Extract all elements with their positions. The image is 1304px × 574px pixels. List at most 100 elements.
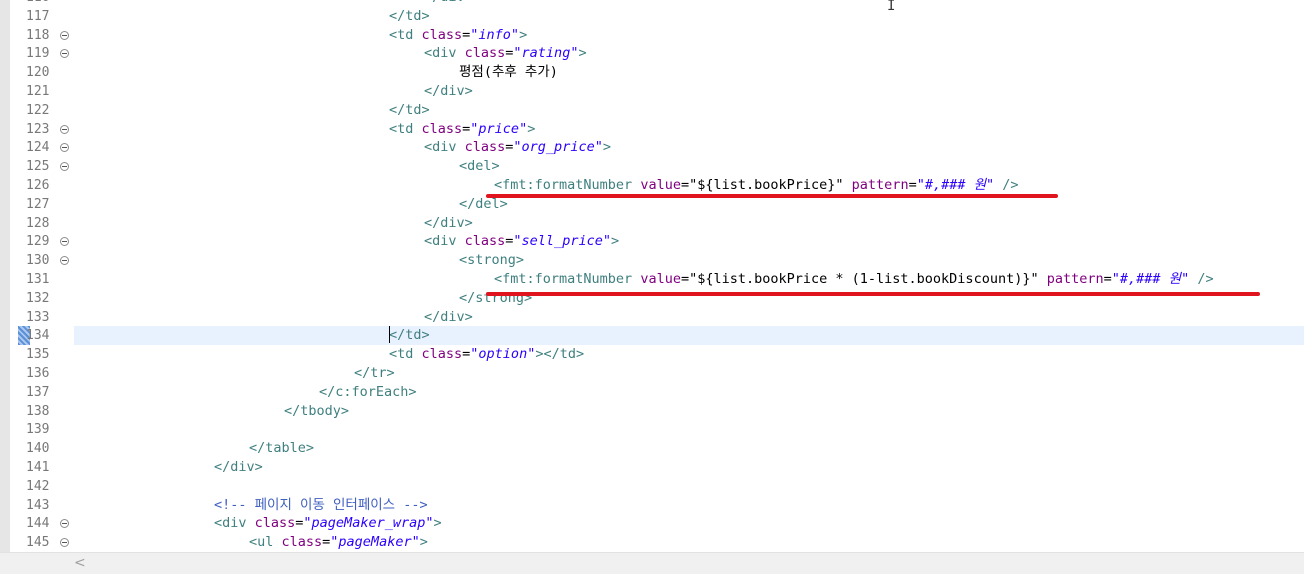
code-token: </div>: [214, 459, 263, 475]
code-token: =: [680, 177, 690, 193]
line-number: 128: [26, 215, 50, 231]
scroll-left-arrow-icon[interactable]: <: [74, 555, 86, 571]
code-line[interactable]: 139: [0, 420, 1304, 439]
line-number: 117: [26, 8, 50, 24]
code-line[interactable]: 145 <ul class="pageMaker">: [0, 533, 1304, 552]
code-line[interactable]: 134 </td>: [0, 326, 1304, 346]
code-line[interactable]: 118 <td class="info">: [0, 26, 1304, 45]
code-token: </c:forEach>: [319, 383, 417, 400]
code-text: </div>: [424, 308, 473, 327]
horizontal-scrollbar[interactable]: <: [0, 552, 1304, 574]
code-token: pattern: [851, 177, 909, 193]
code-token: <div: [424, 45, 465, 62]
code-token: </div>: [424, 214, 473, 231]
code-text: </tr>: [354, 364, 395, 383]
code-token: "price": [470, 120, 528, 137]
code-line[interactable]: 121 </div>: [0, 82, 1304, 101]
code-token: <!-- 페이지 이동 인터페이스 -->: [214, 496, 428, 513]
code-token: >: [602, 139, 611, 156]
code-text: <fmt:formatNumber value="${list.bookPric…: [494, 270, 1214, 289]
code-token: <fmt:formatNumber: [494, 177, 641, 193]
fold-toggle-icon[interactable]: [60, 256, 69, 266]
fold-toggle-icon[interactable]: [60, 49, 69, 59]
line-number: 122: [26, 102, 50, 118]
line-number: 120: [26, 65, 50, 81]
code-token: <fmt:formatNumber: [494, 271, 641, 287]
code-line[interactable]: 117 </td>: [0, 7, 1304, 26]
fold-toggle-icon[interactable]: [60, 30, 69, 40]
text-caret: [389, 326, 390, 344]
code-token: <td: [389, 26, 422, 43]
line-number: 129: [26, 234, 50, 250]
code-line[interactable]: 130 <strong>: [0, 251, 1304, 270]
line-number: 145: [26, 535, 50, 551]
code-token: >: [419, 534, 428, 551]
line-number: 142: [26, 478, 50, 494]
code-line[interactable]: 126 <fmt:formatNumber value="${list.bookP…: [0, 176, 1304, 195]
code-line[interactable]: 142: [0, 477, 1304, 496]
code-token: >: [433, 515, 442, 532]
code-token: <ul: [249, 534, 282, 551]
code-text: </tbody>: [284, 402, 349, 421]
code-token: <td: [389, 346, 422, 363]
code-token: </td>: [389, 101, 430, 118]
code-token: =: [1103, 271, 1112, 287]
code-token: >: [578, 45, 587, 62]
line-number: 131: [26, 272, 50, 287]
code-text: <ul class="pageMaker">: [249, 533, 428, 552]
code-line[interactable]: 131 <fmt:formatNumber value="${list.bookP…: [0, 270, 1304, 289]
code-line[interactable]: 119 <div class="rating">: [0, 44, 1304, 63]
code-line[interactable]: 135 <td class="option"></td>: [0, 345, 1304, 364]
code-line[interactable]: 120 평점(추후 추가): [0, 63, 1304, 82]
code-text: <div class="pageMaker_wrap">: [214, 514, 442, 533]
code-text: </td>: [389, 7, 430, 26]
code-token: value: [640, 177, 681, 193]
code-token: pattern: [1046, 271, 1104, 287]
code-token: >: [610, 233, 620, 250]
code-token: class: [464, 139, 506, 156]
code-line[interactable]: 138 </tbody>: [0, 402, 1304, 421]
code-line[interactable]: 140 </table>: [0, 439, 1304, 458]
current-line-highlight: [74, 326, 1304, 346]
code-line[interactable]: 125 <del>: [0, 157, 1304, 176]
code-token: "${list.bookPrice * (1-list.bookDiscount…: [689, 271, 1039, 287]
code-token: </div>: [424, 0, 473, 5]
fold-toggle-icon[interactable]: [60, 162, 69, 172]
line-number: 132: [26, 290, 50, 306]
code-text: </div>: [424, 214, 473, 233]
code-line[interactable]: 136 </tr>: [0, 364, 1304, 383]
line-number: 130: [26, 253, 50, 269]
fold-toggle-icon[interactable]: [60, 538, 69, 548]
code-token: >: [527, 120, 536, 137]
code-token: "${list.bookPrice}": [689, 177, 844, 193]
code-line[interactable]: 137 </c:forEach>: [0, 383, 1304, 402]
annotation-underline-line-126: [486, 194, 1058, 198]
code-token: class: [281, 534, 323, 551]
line-number: 133: [26, 309, 50, 325]
fold-toggle-icon[interactable]: [60, 519, 69, 529]
code-text: <fmt:formatNumber value="${list.bookPric…: [494, 176, 1019, 195]
line-number: 139: [26, 422, 50, 438]
code-line[interactable]: 122 </td>: [0, 101, 1304, 120]
line-number: 138: [26, 403, 50, 419]
code-text: </td>: [389, 101, 430, 120]
code-line[interactable]: 133 </div>: [0, 308, 1304, 327]
fold-toggle-icon[interactable]: [60, 237, 69, 247]
code-text: </div>: [424, 82, 473, 101]
code-line[interactable]: 124 <div class="org_price">: [0, 138, 1304, 157]
code-token: <div: [424, 233, 465, 250]
code-token: "pageMaker_wrap": [303, 515, 434, 532]
fold-toggle-icon[interactable]: [60, 143, 69, 153]
code-line[interactable]: 144 <div class="pageMaker_wrap">: [0, 514, 1304, 533]
code-line[interactable]: 128 </div>: [0, 214, 1304, 233]
code-token: class: [421, 346, 463, 363]
code-token: "pageMaker": [330, 534, 420, 551]
code-line[interactable]: 143 <!-- 페이지 이동 인터페이스 -->: [0, 496, 1304, 515]
code-line[interactable]: 141 </div>: [0, 458, 1304, 477]
code-token: "info": [470, 26, 520, 43]
code-line[interactable]: 129 <div class="sell_price">: [0, 232, 1304, 251]
code-line[interactable]: 123 <td class="price">: [0, 120, 1304, 139]
fold-toggle-icon[interactable]: [60, 124, 69, 134]
code-token: "option": [470, 346, 536, 363]
